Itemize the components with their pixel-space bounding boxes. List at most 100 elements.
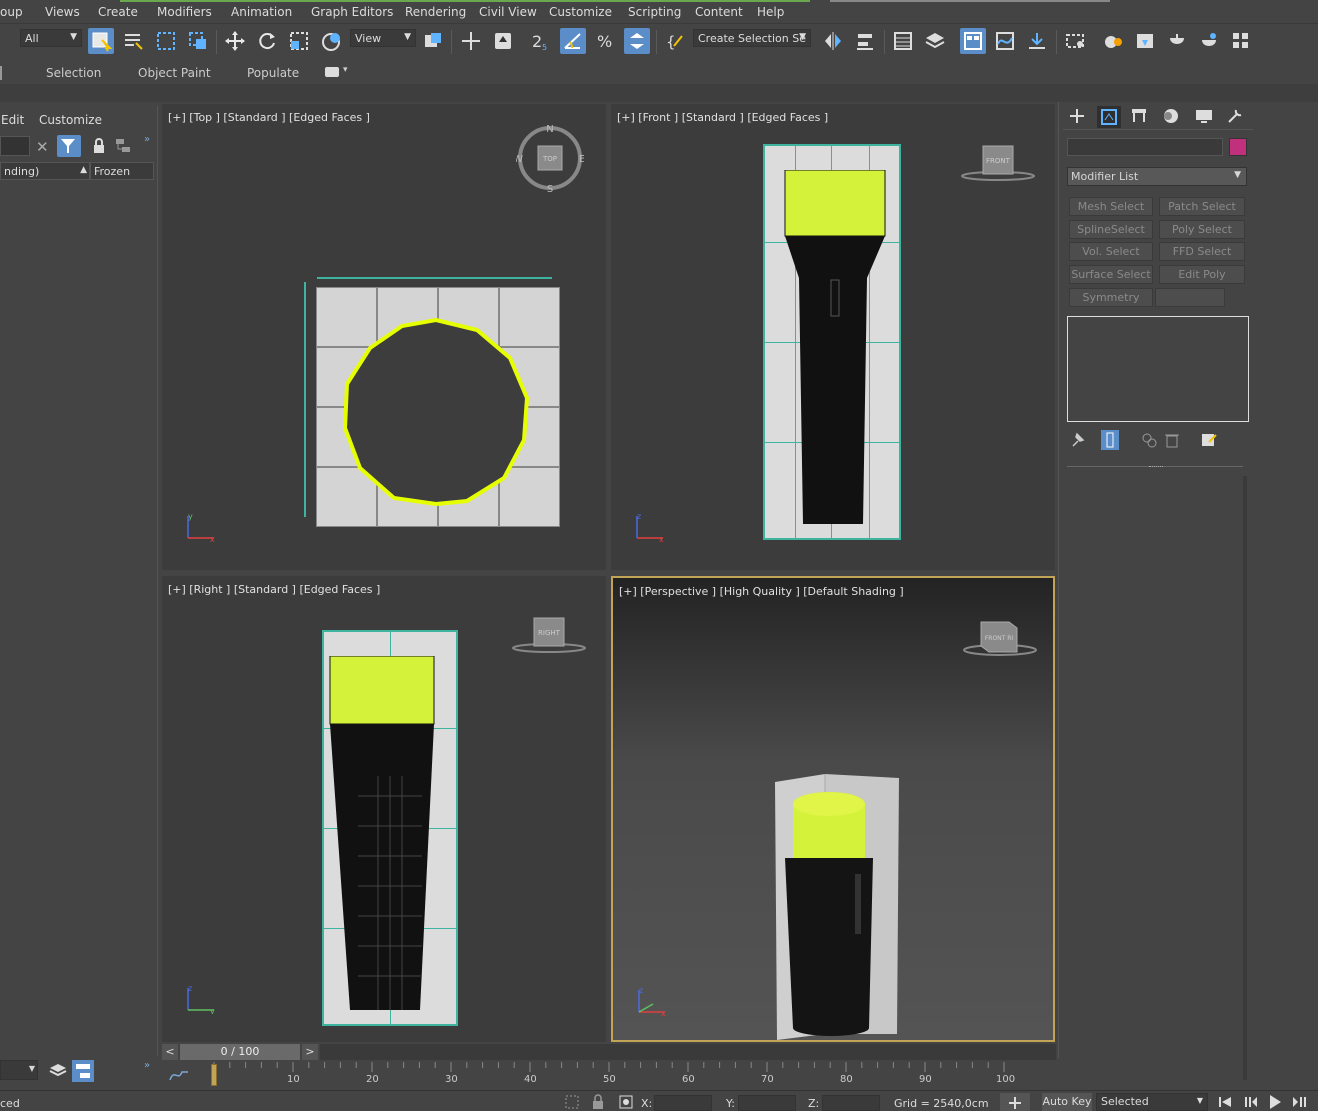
ribbon-options-icon[interactable] <box>325 67 339 77</box>
menu-animation[interactable]: Animation <box>231 5 292 19</box>
motion-tab-icon[interactable] <box>1163 108 1179 124</box>
vol-select-button[interactable]: Vol. Select <box>1069 242 1153 261</box>
percent-snap-icon[interactable]: % <box>592 28 618 54</box>
keyboard-shortcut-icon[interactable] <box>490 28 516 54</box>
key-filter-dropdown[interactable]: Selected ▼ <box>1096 1093 1208 1111</box>
ribbon-tab-selection[interactable]: Selection <box>46 66 101 80</box>
menu-create[interactable]: Create <box>98 5 138 19</box>
rendered-frame-window-icon[interactable] <box>1132 28 1158 54</box>
configure-sets-icon[interactable] <box>1201 432 1217 448</box>
pivot-center-icon[interactable] <box>420 28 446 54</box>
viewport-label-front[interactable]: [+] [Front ] [Standard ] [Edged Faces ] <box>617 111 828 124</box>
scene-explorer-icon[interactable] <box>890 28 916 54</box>
mesh-select-button[interactable]: Mesh Select <box>1069 197 1153 216</box>
time-slider[interactable]: < 0 / 100 > <box>162 1044 1056 1060</box>
show-end-result-icon[interactable] <box>1101 430 1119 450</box>
pin-stack-icon[interactable] <box>1071 432 1085 448</box>
command-panel-scrollbar[interactable] <box>1243 476 1247 1080</box>
chevron-down-icon[interactable]: ▾ <box>343 65 348 75</box>
render-setup-icon[interactable] <box>1100 28 1126 54</box>
render-production-icon[interactable] <box>1164 28 1190 54</box>
menu-customize[interactable]: Customize <box>549 5 612 19</box>
isolate-selection-icon[interactable] <box>564 1094 580 1110</box>
menu-group[interactable]: oup <box>0 5 23 19</box>
ribbon-toggle-icon[interactable] <box>960 28 986 54</box>
modifier-stack-list[interactable] <box>1067 316 1249 422</box>
flashlight-right[interactable] <box>328 656 436 1012</box>
rollout-handle[interactable] <box>1149 466 1163 469</box>
time-next-button[interactable]: > <box>302 1044 318 1060</box>
viewport-top[interactable]: [+] [Top ] [Standard ] [Edged Faces ] TO… <box>162 104 606 570</box>
selection-filter-dropdown[interactable]: All ▼ <box>20 29 82 47</box>
create-tab-icon[interactable] <box>1069 108 1085 124</box>
explorer-tab-edit[interactable]: Edit <box>1 113 24 127</box>
render-online-icon[interactable] <box>1228 28 1254 54</box>
surface-select-button[interactable]: Surface Select <box>1069 265 1153 284</box>
flashlight-top-section[interactable] <box>342 318 530 506</box>
time-slider-thumb[interactable]: 0 / 100 <box>180 1044 300 1060</box>
filter-icon[interactable] <box>57 135 81 157</box>
move-icon[interactable] <box>222 28 248 54</box>
viewcube[interactable]: FRONT RI <box>963 618 1037 658</box>
lock-icon[interactable] <box>92 138 106 154</box>
hierarchy-tab-icon[interactable] <box>1131 108 1147 124</box>
expand-arrows-icon[interactable]: » <box>144 1060 150 1071</box>
time-prev-button[interactable]: < <box>162 1044 178 1060</box>
render-iterative-icon[interactable] <box>1196 28 1222 54</box>
layers-icon[interactable] <box>48 1062 68 1080</box>
rectangular-selection-icon[interactable] <box>153 28 179 54</box>
reference-coordinate-dropdown[interactable]: View ▼ <box>350 29 416 47</box>
select-object-button[interactable] <box>88 28 114 54</box>
symmetry-button[interactable]: Symmetry <box>1069 288 1153 307</box>
next-frame-icon[interactable] <box>1292 1095 1306 1109</box>
angle-snap-icon[interactable] <box>560 28 586 54</box>
viewcube[interactable]: FRONT <box>961 144 1035 182</box>
trash-icon[interactable] <box>1165 432 1179 448</box>
viewport-front[interactable]: [+] [Front ] [Standard ] [Edged Faces ] … <box>611 104 1055 570</box>
layer-explorer-icon[interactable] <box>922 28 948 54</box>
select-by-name-icon[interactable] <box>120 28 146 54</box>
previous-frame-icon[interactable] <box>1244 1095 1258 1109</box>
edit-poly-button[interactable]: Edit Poly <box>1159 265 1245 284</box>
make-unique-icon[interactable] <box>1141 432 1157 448</box>
menu-graph-editors[interactable]: Graph Editors <box>311 5 393 19</box>
modify-tab-icon[interactable] <box>1097 106 1121 128</box>
viewport-perspective[interactable]: [+] [Perspective ] [High Quality ] [Defa… <box>611 576 1055 1042</box>
absolute-mode-icon[interactable] <box>618 1094 634 1110</box>
rotate-icon[interactable] <box>254 28 280 54</box>
ribbon-tab-object-paint[interactable]: Object Paint <box>138 66 211 80</box>
expand-arrows-icon[interactable]: » <box>144 134 150 145</box>
snap-toggle-icon[interactable]: 25 <box>528 28 554 54</box>
viewport-label-top[interactable]: [+] [Top ] [Standard ] [Edged Faces ] <box>168 111 370 124</box>
z-coord-field[interactable] <box>822 1095 880 1111</box>
go-to-start-icon[interactable] <box>1218 1095 1232 1109</box>
utilities-tab-icon[interactable] <box>1227 108 1243 124</box>
curve-editor-mini-icon[interactable] <box>168 1066 190 1084</box>
named-selection-set-dropdown[interactable]: Create Selection Se ▼ <box>693 29 811 47</box>
undo-icon[interactable] <box>0 28 6 54</box>
track-bar[interactable]: 0 10 20 30 40 50 60 70 80 90 100 <box>162 1062 1056 1090</box>
menu-help[interactable]: Help <box>757 5 784 19</box>
flashlight-front[interactable] <box>779 170 891 526</box>
menu-scripting[interactable]: Scripting <box>628 5 681 19</box>
y-coord-field[interactable] <box>738 1095 796 1111</box>
menu-modifiers[interactable]: Modifiers <box>157 5 212 19</box>
viewport-right[interactable]: [+] [Right ] [Standard ] [Edged Faces ] … <box>162 576 606 1042</box>
menu-rendering[interactable]: Rendering <box>405 5 466 19</box>
material-editor-icon[interactable] <box>1062 28 1088 54</box>
object-name-input[interactable] <box>1067 138 1223 156</box>
scale-icon[interactable] <box>286 28 312 54</box>
explorer-col-frozen[interactable]: Frozen <box>90 162 154 180</box>
edit-named-selection-icon[interactable]: { <box>662 28 688 54</box>
window-crossing-icon[interactable] <box>185 28 211 54</box>
ffd-select-button[interactable]: FFD Select <box>1159 242 1245 261</box>
align-icon[interactable] <box>852 28 878 54</box>
auto-key-button[interactable]: Auto Key <box>1042 1093 1092 1111</box>
lock-selection-icon[interactable] <box>592 1094 604 1110</box>
menu-content[interactable]: Content <box>695 5 743 19</box>
viewcube[interactable]: RIGHT <box>512 616 586 654</box>
x-coord-field[interactable] <box>654 1095 712 1111</box>
viewcube-compass[interactable]: TOP N S E W <box>513 124 585 195</box>
object-color-swatch[interactable] <box>1229 138 1247 156</box>
viewport-label-perspective[interactable]: [+] [Perspective ] [High Quality ] [Defa… <box>619 585 904 598</box>
